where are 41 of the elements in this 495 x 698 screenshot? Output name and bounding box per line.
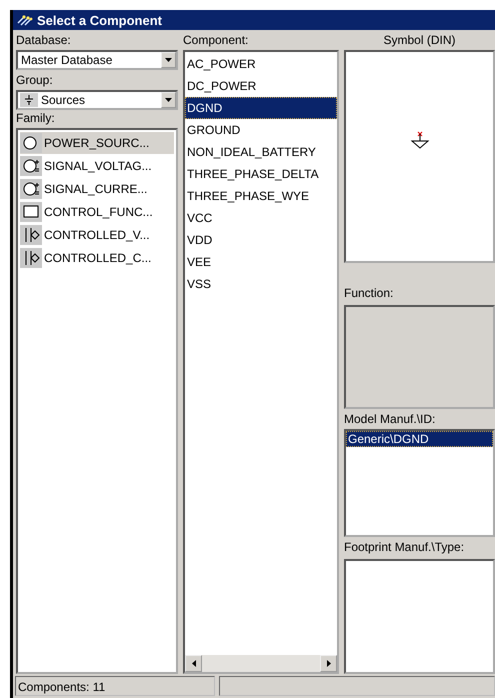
component-label: Component: — [183, 32, 248, 48]
scroll-right-icon[interactable] — [320, 655, 337, 672]
family-item[interactable]: SIGNAL_CURRE... — [20, 178, 174, 200]
component-item[interactable]: AC_POWER — [185, 53, 337, 75]
component-item[interactable]: THREE_PHASE_DELTA — [185, 163, 337, 185]
database-dropdown[interactable]: Master Database — [16, 50, 178, 70]
source-symbol-icon — [20, 93, 38, 107]
circuit-symbol-icon — [20, 202, 42, 222]
circuit-symbol-icon — [20, 156, 42, 176]
function-label: Function: — [344, 285, 394, 301]
component-item[interactable]: NON_IDEAL_BATTERY — [185, 141, 337, 163]
model-label: Model Manuf.\ID: — [344, 411, 436, 427]
family-item[interactable]: CONTROLLED_C... — [20, 247, 174, 269]
database-label: Database: — [16, 32, 71, 48]
component-item[interactable]: GROUND — [185, 119, 337, 141]
symbol-label: Symbol (DIN) — [383, 32, 456, 48]
family-label: Family: — [16, 110, 55, 126]
model-item[interactable]: Generic\DGND — [346, 431, 493, 447]
horizontal-scrollbar[interactable] — [185, 655, 337, 672]
app-icon — [16, 13, 34, 27]
component-item[interactable]: VDD — [185, 229, 337, 251]
component-item[interactable]: VCC — [185, 207, 337, 229]
circuit-symbol-icon — [20, 133, 42, 153]
family-item[interactable]: SIGNAL_VOLTAG... — [20, 155, 174, 177]
footprint-label: Footprint Manuf.\Type: — [344, 539, 464, 555]
circuit-symbol-icon — [20, 248, 42, 268]
component-item[interactable]: THREE_PHASE_WYE — [185, 185, 337, 207]
component-item[interactable]: VEE — [185, 251, 337, 273]
component-item[interactable]: DC_POWER — [185, 75, 337, 97]
circuit-symbol-icon — [20, 179, 42, 199]
family-item[interactable]: CONTROLLED_V... — [20, 224, 174, 246]
component-item[interactable]: DGND — [185, 97, 337, 119]
family-item[interactable]: POWER_SOURC... — [20, 132, 174, 154]
scroll-left-icon[interactable] — [185, 655, 202, 672]
component-item[interactable]: VSS — [185, 273, 337, 295]
family-item[interactable]: CONTROL_FUNC... — [20, 201, 174, 223]
status-text: Components: 11 — [15, 676, 215, 696]
group-label: Group: — [16, 72, 53, 88]
window-title: Select a Component — [37, 12, 162, 28]
circuit-symbol-icon — [20, 225, 42, 245]
group-dropdown[interactable]: Sources — [16, 90, 178, 110]
